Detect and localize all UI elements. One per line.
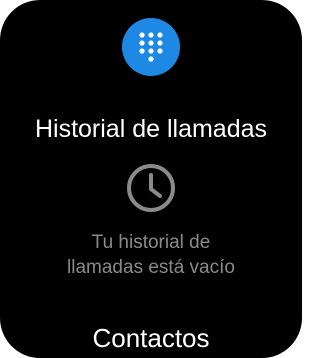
empty-state-line-2: llamadas está vacío: [67, 257, 235, 278]
empty-state-message: Tu historial de llamadas está vacío: [0, 230, 302, 280]
watch-screen: Historial de llamadas Tu historial de ll…: [0, 0, 302, 358]
dialpad-icon: [139, 32, 163, 62]
contacts-button[interactable]: Contactos: [0, 318, 302, 358]
dialpad-button[interactable]: [122, 18, 180, 76]
page-title: Historial de llamadas: [34, 115, 268, 143]
empty-state-line-1: Tu historial de: [91, 232, 211, 253]
clock-icon: [124, 161, 178, 215]
